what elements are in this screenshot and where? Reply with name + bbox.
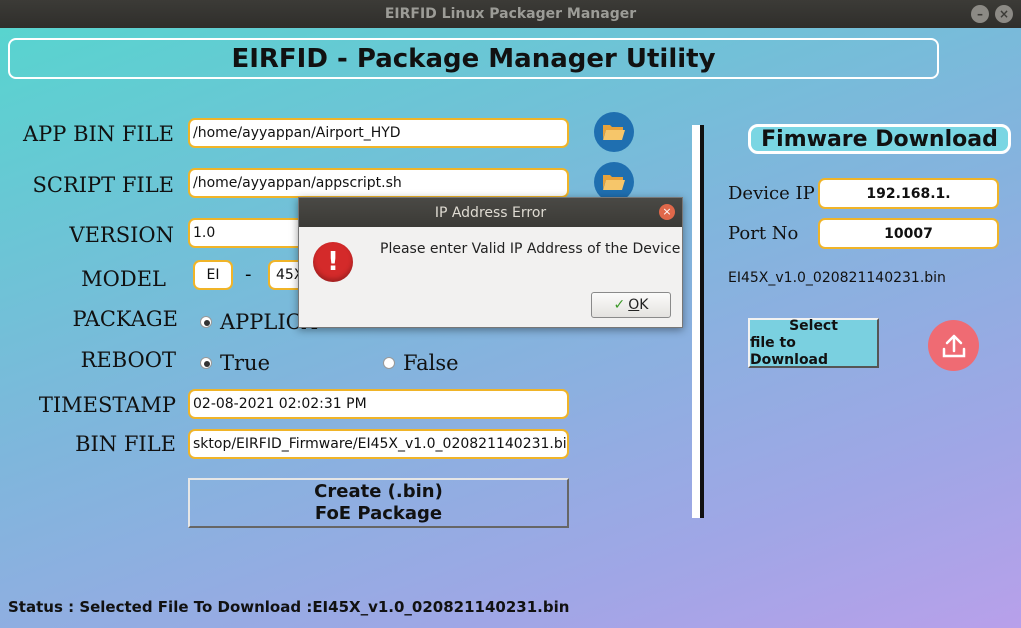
dialog-close-button[interactable]: × [659,204,675,220]
select-button-line2: file to Download [750,334,829,368]
model-label: MODEL [81,267,166,291]
window-title: EIRFID Linux Packager Manager [384,6,637,22]
reboot-true-label: True [220,351,270,375]
folder-open-icon [603,175,625,190]
radio-selected-icon [200,357,212,369]
status-bar: Status : Selected File To Download :EI45… [8,598,570,616]
script-file-label: SCRIPT FILE [32,173,174,197]
upload-button[interactable] [928,320,979,371]
firmware-download-title: Fimware Download [748,124,1011,154]
reboot-radio-false[interactable]: False [383,351,459,375]
page-title: EIRFID - Package Manager Utility [8,38,939,79]
folder-open-icon [603,125,625,140]
bin-file-input[interactable]: sktop/EIRFID_Firmware/EI45X_v1.0_0208211… [188,429,569,459]
reboot-label: REBOOT [80,348,176,372]
select-file-button[interactable]: Select file to Download [748,318,879,368]
version-label: VERSION [69,223,174,247]
minimize-button[interactable]: – [971,5,989,23]
vertical-divider [692,125,704,518]
create-button-line1: Create (.bin) [314,481,443,502]
port-input[interactable]: 10007 [818,218,999,249]
model-prefix-input[interactable]: EI [193,260,233,290]
create-button-line2: FoE Package [314,503,443,524]
create-package-button[interactable]: Create (.bin) FoE Package [188,478,569,528]
timestamp-label: TIMESTAMP [38,393,176,417]
dialog-ok-button[interactable]: ✓ OK [591,292,671,318]
reboot-radio-true[interactable]: True [200,351,270,375]
app-bin-label: APP BIN FILE [22,122,174,146]
ip-error-dialog: IP Address Error × ! Please enter Valid … [298,197,683,328]
port-label: Port No [728,223,799,244]
radio-selected-icon [200,316,212,328]
close-window-button[interactable]: × [995,5,1013,23]
reboot-false-label: False [403,351,459,375]
dialog-titlebar: IP Address Error × [299,198,682,227]
device-ip-label: Device IP [728,183,815,204]
selected-file-name: EI45X_v1.0_020821140231.bin [728,270,946,286]
ok-mnemonic: O [628,297,640,313]
bin-file-label: BIN FILE [75,432,176,456]
window-titlebar: EIRFID Linux Packager Manager – × [0,0,1021,28]
dialog-title: IP Address Error [434,204,547,221]
app-bin-input[interactable]: /home/ayyappan/Airport_HYD [188,118,569,148]
error-icon: ! [313,242,353,282]
checkmark-icon: ✓ [613,297,626,313]
main-window: EIRFID - Package Manager Utility APP BIN… [0,28,1021,628]
ok-label: K [639,297,649,313]
radio-unselected-icon [383,357,395,369]
select-button-line1: Select [789,317,838,334]
browse-app-bin-button[interactable] [594,112,634,152]
browse-script-button[interactable] [594,162,634,202]
timestamp-input[interactable]: 02-08-2021 02:02:31 PM [188,389,569,419]
dialog-message: Please enter Valid IP Address of the Dev… [380,241,681,257]
script-file-input[interactable]: /home/ayyappan/appscript.sh [188,168,569,198]
device-ip-input[interactable]: 192.168.1. [818,178,999,209]
package-label: PACKAGE [72,307,178,331]
model-dash: - [245,264,252,285]
upload-icon [942,334,965,357]
